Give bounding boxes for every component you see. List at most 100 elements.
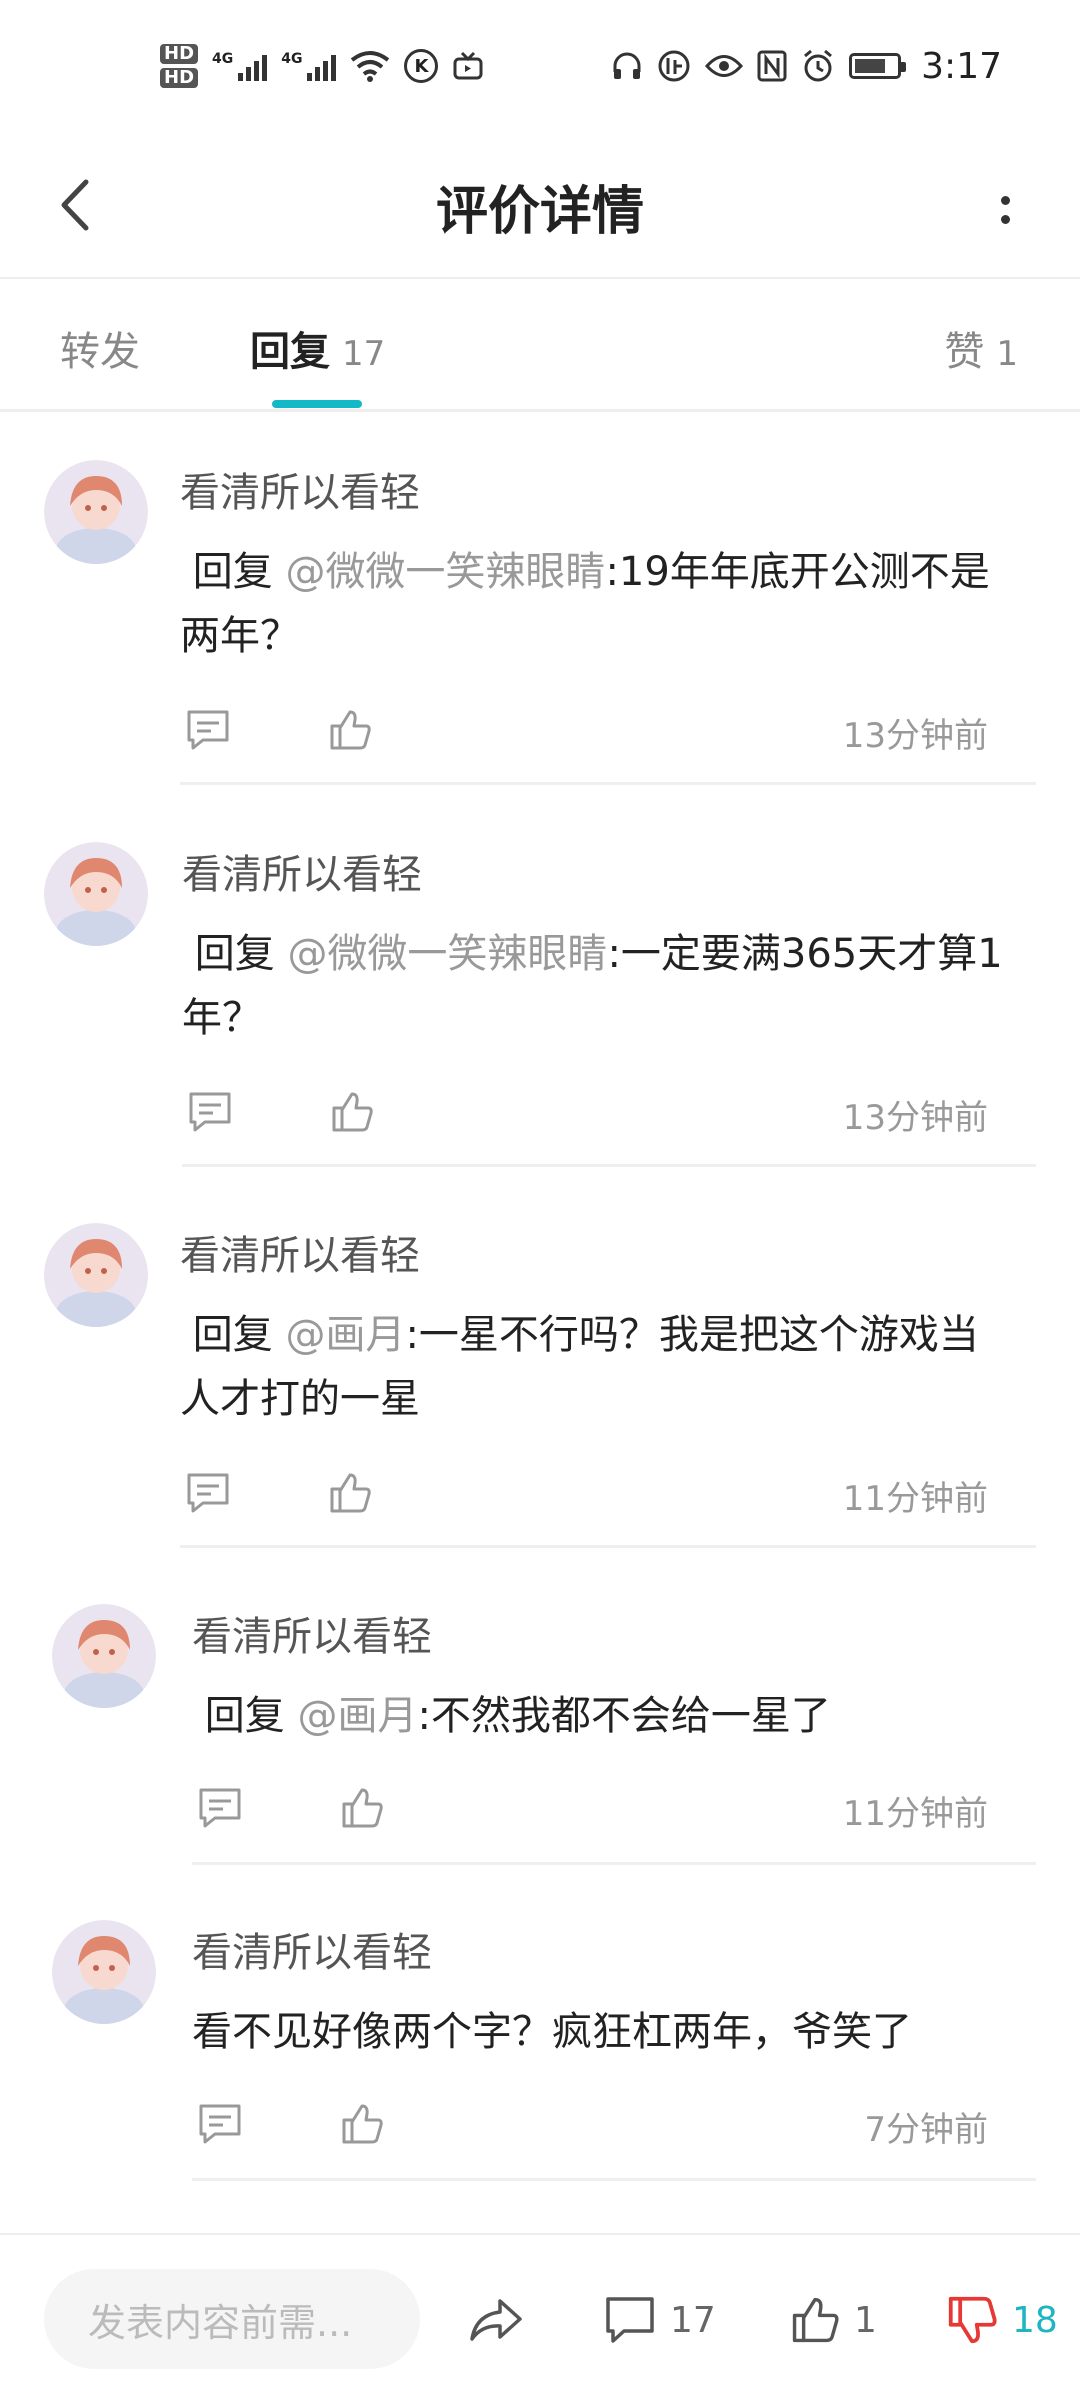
reply-button[interactable] <box>180 1465 236 1521</box>
alarm-icon <box>804 49 833 82</box>
status-bar-left: HD HD 4G 4G K <box>160 36 484 96</box>
tab-likes[interactable]: 赞 1 <box>944 319 1018 377</box>
comment-input-placeholder: 发表内容前需... <box>88 2300 353 2345</box>
mention-link[interactable]: @画月 <box>285 1312 405 1358</box>
title-bar: 评价详情 <box>0 135 1080 279</box>
like-button[interactable] <box>324 1084 380 1140</box>
avatar[interactable] <box>52 1920 156 2024</box>
comment-icon <box>189 1092 231 1132</box>
avatar[interactable] <box>44 460 148 564</box>
comment-content: 回复 @画月:不然我都不会给一星了 <box>192 1684 1022 1748</box>
divider <box>180 1545 1036 1548</box>
comments-button[interactable]: 17 <box>604 2285 716 2355</box>
comment-line-2: 人才打的一星 <box>180 1376 420 1422</box>
signal-icon-2: 4G <box>281 51 337 81</box>
avatar[interactable] <box>52 1604 156 1708</box>
signal-icon-1: 4G <box>212 51 268 81</box>
tab-active-indicator <box>272 400 362 408</box>
like-button[interactable] <box>334 1780 390 1836</box>
avatar-image <box>44 842 148 946</box>
avatar[interactable] <box>44 1223 148 1327</box>
comment-line-2: 两年？ <box>180 613 300 659</box>
thumbs-up-icon <box>342 1788 383 1828</box>
tab-likes-label: 赞 <box>944 329 985 375</box>
divider <box>192 2178 1036 2181</box>
like-button[interactable] <box>334 2096 390 2152</box>
comment-username[interactable]: 看清所以看轻 <box>180 460 420 518</box>
comment-text: :19年年底开公测不是 <box>605 549 990 595</box>
divider <box>192 1862 1036 1865</box>
net2-label: 4G <box>281 51 303 67</box>
comment-line-1: 回复 @微微一笑辣眼睛:19年年底开公测不是 <box>180 540 1020 604</box>
wifi-icon <box>351 51 390 82</box>
mention-link[interactable]: @微微一笑辣眼睛 <box>285 549 605 595</box>
comment-username[interactable]: 看清所以看轻 <box>192 1920 432 1978</box>
avatar-image <box>44 1223 148 1327</box>
mention-link[interactable]: @微微一笑辣眼睛 <box>287 931 607 977</box>
like-button[interactable] <box>322 1465 378 1521</box>
comment-timestamp: 11分钟前 <box>842 1794 988 1834</box>
avatar-image <box>44 460 148 564</box>
speed-icon <box>658 50 690 82</box>
reply-button[interactable] <box>182 1084 238 1140</box>
like-button[interactable]: 1 <box>790 2285 877 2355</box>
comment-icon <box>187 710 229 750</box>
reply-button[interactable] <box>192 2096 248 2152</box>
comment-content: 回复 @画月:一星不行吗？我是把这个游戏当 人才打的一星 <box>180 1303 1020 1431</box>
comment-text: :一星不行吗？我是把这个游戏当 <box>405 1312 979 1358</box>
reply-button[interactable] <box>180 702 236 758</box>
comment-icon <box>606 2297 654 2343</box>
dislike-button[interactable]: 18 <box>946 2285 1058 2355</box>
reply-prefix: 回复 <box>204 1693 298 1739</box>
battery-icon <box>849 53 907 79</box>
k-app-icon: K <box>404 49 439 83</box>
avatar[interactable] <box>44 842 148 946</box>
reply-prefix: 回复 <box>194 931 288 977</box>
comment-line-1: 回复 @画月:一星不行吗？我是把这个游戏当 <box>180 1303 1020 1367</box>
hd2-label: HD <box>160 68 199 88</box>
comment-username[interactable]: 看清所以看轻 <box>182 842 422 900</box>
more-dot-icon <box>1000 215 1010 224</box>
reply-button[interactable] <box>192 1780 248 1836</box>
page-title: 评价详情 <box>435 181 644 242</box>
more-options-button[interactable] <box>970 170 1040 250</box>
comment-content: 回复 @微微一笑辣眼睛:19年年底开公测不是 两年？ <box>180 540 1020 668</box>
thumbs-down-icon <box>948 2296 997 2344</box>
comment-timestamp: 11分钟前 <box>842 1479 988 1519</box>
tv-app-icon <box>453 51 483 80</box>
comment-username[interactable]: 看清所以看轻 <box>192 1604 432 1662</box>
hd1-label: HD <box>160 44 199 64</box>
comment-username[interactable]: 看清所以看轻 <box>180 1223 420 1281</box>
comment-timestamp: 7分钟前 <box>864 2110 988 2150</box>
headphones-icon <box>613 52 641 79</box>
reply-prefix: 回复 <box>192 549 286 595</box>
reply-prefix: 回复 <box>192 1312 286 1358</box>
avatar-image <box>52 1604 156 1708</box>
comment-icon <box>199 2104 241 2144</box>
comment-text: 看不见好像两个字？疯狂杠两年，爷笑了 <box>192 2009 912 2055</box>
tab-reply-label: 回复 <box>250 329 330 375</box>
status-bar-right: 3:17 <box>611 36 1002 96</box>
divider <box>180 782 1036 785</box>
tab-repost[interactable]: 转发 <box>60 319 140 377</box>
comment-line-1: 回复 @微微一笑辣眼睛:一定要满365天才算1 <box>182 922 1022 986</box>
like-button[interactable] <box>322 702 378 758</box>
comment-line-2: 年？ <box>182 995 262 1041</box>
share-button[interactable] <box>468 2285 524 2355</box>
thumbs-up-icon <box>342 2104 383 2144</box>
mention-link[interactable]: @画月 <box>297 1693 417 1739</box>
comment-content: 看不见好像两个字？疯狂杠两年，爷笑了 <box>192 2000 1022 2064</box>
comment-icon <box>187 1473 229 1513</box>
comment-text: :一定要满365天才算1 <box>607 931 1003 977</box>
tab-reply[interactable]: 回复 17 <box>250 319 385 377</box>
k-app-label: K <box>414 55 429 77</box>
tab-likes-count: 1 <box>996 334 1018 374</box>
tab-repost-label: 转发 <box>60 329 140 375</box>
net1-label: 4G <box>212 51 234 67</box>
comment-timestamp: 13分钟前 <box>842 1098 988 1138</box>
bottom-action-bar: 发表内容前需... 17 1 18 <box>0 2233 1080 2402</box>
thumbs-up-icon <box>330 710 371 750</box>
comment-text: :不然我都不会给一星了 <box>417 1693 831 1739</box>
divider <box>182 1164 1036 1167</box>
comment-input[interactable]: 发表内容前需... <box>44 2269 420 2369</box>
